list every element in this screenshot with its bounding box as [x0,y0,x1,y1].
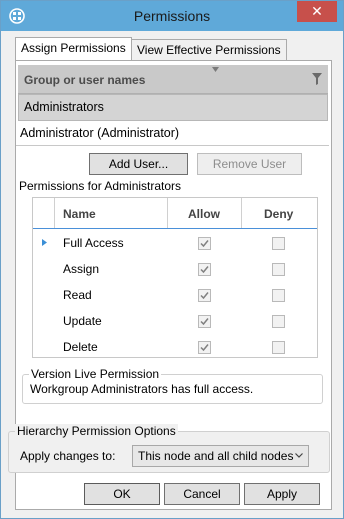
allow-checkbox[interactable] [198,289,211,302]
checkmark-icon [200,292,209,300]
window-title: Permissions [133,8,211,24]
ok-button[interactable]: OK [84,483,160,505]
group-list-item[interactable]: Administrator (Administrator) [20,126,179,140]
group-list-header-label: Group or user names [24,73,146,87]
permission-row[interactable]: Read [33,282,317,308]
permission-name: Delete [63,340,98,354]
group-list-header[interactable]: Group or user names [18,65,328,94]
deny-checkbox[interactable] [272,263,285,276]
deny-checkbox[interactable] [272,341,285,354]
permissions-grid-header: Name Allow Deny [33,198,317,229]
tab-view-effective-permissions[interactable]: View Effective Permissions [131,39,287,60]
version-live-legend: Version Live Permission [29,367,162,381]
group-list-item[interactable]: Administrators [18,94,328,121]
allow-checkbox[interactable] [198,341,211,354]
current-row-indicator-icon [42,239,47,246]
filter-icon[interactable] [312,73,322,85]
column-header-name[interactable]: Name [63,207,96,221]
title-bar[interactable]: Permissions ✕ [1,1,343,31]
close-button[interactable]: ✕ [297,1,337,22]
checkmark-icon [200,266,209,274]
version-live-group: Version Live Permission Workgroup Admini… [22,367,323,404]
divider [16,145,329,146]
permission-name: Read [63,288,92,302]
close-icon: ✕ [311,3,323,19]
permission-row[interactable]: Delete [33,334,317,360]
column-divider [167,198,168,228]
remove-user-button[interactable]: Remove User [197,153,302,175]
checkmark-icon [200,240,209,248]
hierarchy-options-legend: Hierarchy Permission Options [15,424,178,438]
allow-checkbox[interactable] [198,237,211,250]
hierarchy-options-group: Hierarchy Permission Options Apply chang… [8,424,330,473]
group-list-item-label: Administrators [24,100,104,114]
column-divider [54,198,55,228]
allow-checkbox[interactable] [198,315,211,328]
cancel-button[interactable]: Cancel [164,483,240,505]
column-header-deny[interactable]: Deny [264,207,293,221]
permission-row[interactable]: Update [33,308,317,334]
column-header-allow[interactable]: Allow [188,207,220,221]
deny-checkbox[interactable] [272,237,285,250]
apply-changes-label: Apply changes to: [20,449,116,463]
permission-row[interactable]: Full Access [33,230,317,256]
permission-name: Update [63,314,102,328]
permission-row[interactable]: Assign [33,256,317,282]
permissions-label: Permissions for Administrators [19,179,182,193]
checkmark-icon [200,344,209,352]
permissions-grid: Name Allow Deny Full Access Assign Read [32,197,318,358]
permission-name: Assign [63,262,100,276]
apply-changes-select[interactable]: This node and all child nodes [132,445,309,467]
allow-checkbox[interactable] [198,263,211,276]
apply-button[interactable]: Apply [244,483,320,505]
apply-changes-value: This node and all child nodes [138,449,294,463]
version-live-text: Workgroup Administrators has full access… [30,382,254,396]
chevron-down-icon [295,453,303,458]
sort-arrow-icon[interactable] [212,67,219,72]
deny-checkbox[interactable] [272,315,285,328]
permission-name: Full Access [63,236,124,250]
permissions-dialog: Permissions ✕ Assign Permissions View Ef… [0,0,344,519]
add-user-button[interactable]: Add User... [89,153,188,175]
column-divider [241,198,242,228]
deny-checkbox[interactable] [272,289,285,302]
tab-assign-permissions[interactable]: Assign Permissions [15,37,132,60]
checkmark-icon [200,318,209,326]
